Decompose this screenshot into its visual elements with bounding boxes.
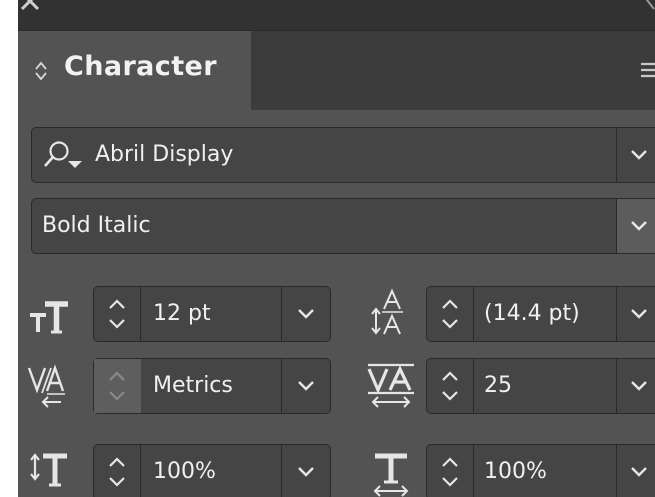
font-family-value: Abril Display xyxy=(95,142,234,167)
chevron-up-down-icon xyxy=(109,371,125,401)
leading-value: (14.4 pt) xyxy=(484,301,580,326)
font-size-dropdown-button[interactable] xyxy=(281,287,330,341)
font-family-dropdown-button[interactable] xyxy=(616,128,655,182)
chevron-down-icon xyxy=(298,381,314,391)
kerning-dropdown-button[interactable] xyxy=(281,359,330,413)
tracking-value: 25 xyxy=(484,373,512,398)
chevron-up-down-icon xyxy=(442,371,458,401)
tracking-stepper[interactable] xyxy=(427,359,474,413)
leading-stepper[interactable] xyxy=(427,287,474,341)
leading-dropdown-button[interactable] xyxy=(616,287,655,341)
tab-strip: Character xyxy=(18,31,655,110)
search-dropdown-icon[interactable] xyxy=(42,139,90,175)
vertical-scale-dropdown-button[interactable] xyxy=(281,445,330,497)
chevron-up-down-icon xyxy=(109,299,125,329)
font-style-field[interactable]: Bold Italic xyxy=(31,198,655,254)
chevron-down-icon xyxy=(631,467,647,477)
chevron-down-icon xyxy=(631,381,647,391)
leading-icon xyxy=(367,288,411,344)
horizontal-scale-field[interactable]: 100% xyxy=(426,444,655,497)
double-chevron-icon[interactable] xyxy=(645,0,655,17)
chevron-down-icon xyxy=(631,221,647,231)
vertical-scale-stepper[interactable] xyxy=(94,445,141,497)
chevron-up-down-icon xyxy=(442,457,458,487)
vertical-scale-value: 100% xyxy=(153,459,216,484)
tracking-dropdown-button[interactable] xyxy=(616,359,655,413)
close-icon[interactable] xyxy=(18,0,42,17)
character-panel: Character Abril Display Bold Italic 12 p… xyxy=(18,0,655,497)
chevron-up-down-icon xyxy=(109,457,125,487)
horizontal-scale-value: 100% xyxy=(484,459,547,484)
tracking-field[interactable]: 25 xyxy=(426,358,655,414)
horizontal-scale-stepper[interactable] xyxy=(427,445,474,497)
font-size-field[interactable]: 12 pt xyxy=(93,286,331,342)
kerning-stepper[interactable] xyxy=(94,359,141,413)
font-size-value: 12 pt xyxy=(153,301,211,326)
font-family-field[interactable]: Abril Display xyxy=(31,127,655,183)
kerning-field[interactable]: Metrics xyxy=(93,358,331,414)
vertical-scale-field[interactable]: 100% xyxy=(93,444,331,497)
tab-label: Character xyxy=(64,51,217,82)
tab-character[interactable]: Character xyxy=(18,31,251,110)
horizontal-scale-dropdown-button[interactable] xyxy=(616,445,655,497)
font-style-value: Bold Italic xyxy=(42,213,151,238)
font-size-icon xyxy=(28,299,70,339)
chevron-down-icon xyxy=(298,467,314,477)
panel-title-bar xyxy=(18,0,655,31)
font-style-dropdown-button[interactable] xyxy=(616,199,655,253)
leading-field[interactable]: (14.4 pt) xyxy=(426,286,655,342)
kerning-value: Metrics xyxy=(153,373,233,398)
chevron-down-icon xyxy=(298,309,314,319)
hamburger-menu-icon[interactable] xyxy=(641,61,655,85)
font-size-stepper[interactable] xyxy=(94,287,141,341)
horizontal-scale-icon xyxy=(367,449,415,497)
vertical-scale-icon xyxy=(26,449,72,497)
updown-toggle-icon[interactable] xyxy=(34,60,48,86)
chevron-down-icon xyxy=(631,150,647,160)
chevron-up-down-icon xyxy=(442,299,458,329)
tracking-icon xyxy=(365,362,417,414)
kerning-icon xyxy=(25,363,71,413)
chevron-down-icon xyxy=(631,309,647,319)
